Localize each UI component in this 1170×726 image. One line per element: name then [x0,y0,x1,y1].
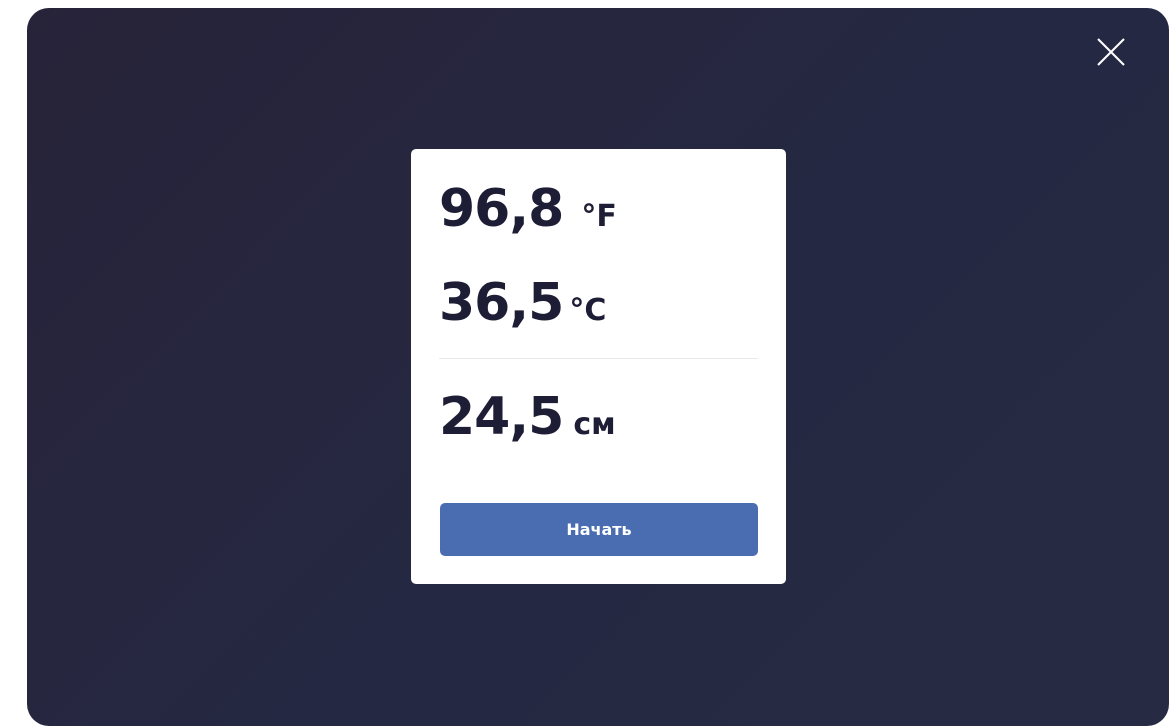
length-unit: см [573,407,616,442]
length-value: 24,5 [439,387,564,447]
measurement-card: 96,8 °F 36,5 °C 24,5 см Начать [411,149,786,584]
celsius-value: 36,5 [439,273,564,333]
fahrenheit-unit: °F [581,199,617,234]
fahrenheit-value: 96,8 [439,179,564,239]
length-reading: 24,5 см [439,387,616,447]
close-button[interactable] [1093,34,1129,70]
close-icon [1097,38,1125,66]
celsius-reading: 36,5 °C [439,273,606,333]
start-button[interactable]: Начать [440,503,758,556]
celsius-unit: °C [569,293,607,328]
fahrenheit-reading: 96,8 °F [439,179,617,239]
divider [439,358,758,359]
modal-overlay: 96,8 °F 36,5 °C 24,5 см Начать [27,8,1169,726]
